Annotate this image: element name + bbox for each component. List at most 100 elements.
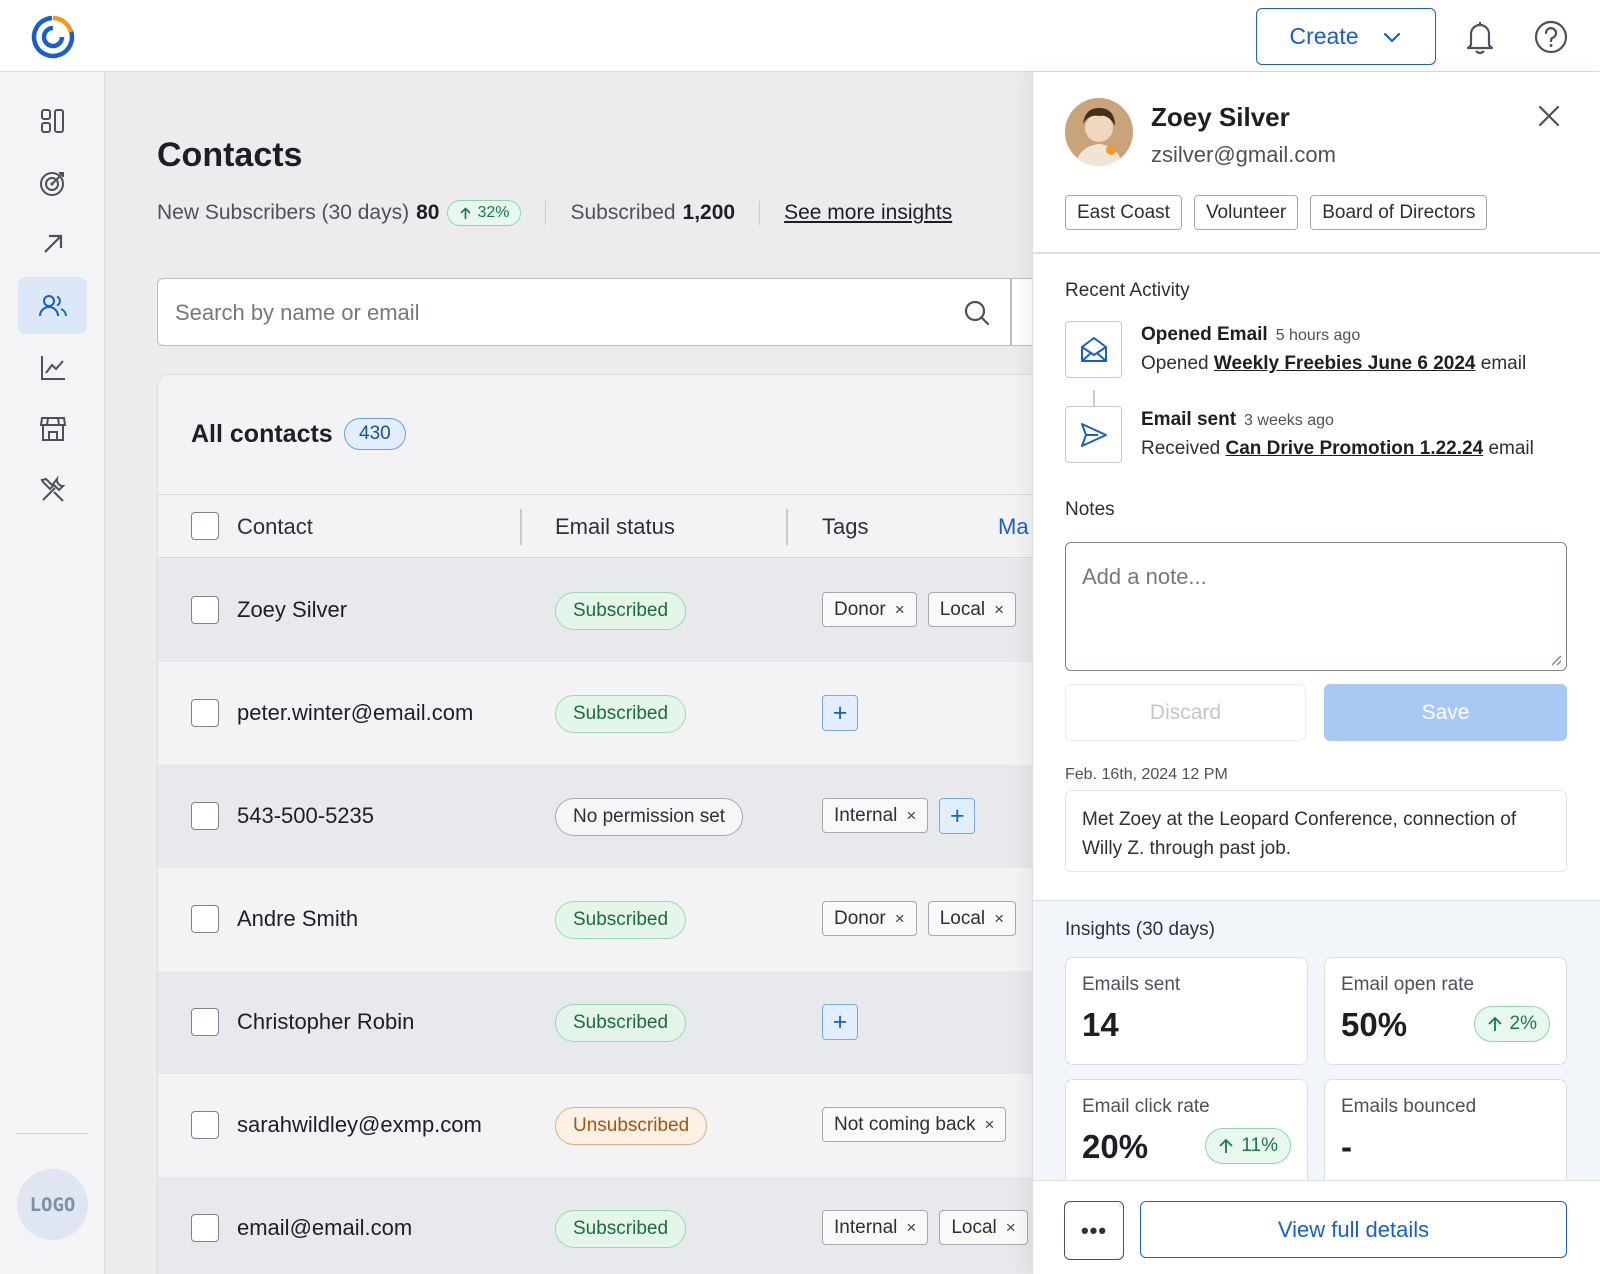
- search-icon[interactable]: [961, 297, 993, 329]
- subscribed-label: Subscribed: [570, 201, 676, 224]
- more-options-button[interactable]: •••: [1064, 1201, 1124, 1260]
- column-header-tags[interactable]: Tags: [822, 514, 868, 540]
- search-input[interactable]: Search by name or email: [157, 278, 1037, 346]
- search-divider: [1010, 279, 1012, 345]
- remove-tag-icon[interactable]: ×: [895, 909, 905, 929]
- activity-description: Received Can Drive Promotion 1.22.24 ema…: [1141, 438, 1534, 459]
- tag-list: Internal × +: [822, 798, 976, 834]
- insight-card-click-rate: Email click rate 20% 11%: [1065, 1079, 1308, 1187]
- save-button[interactable]: Save: [1324, 684, 1567, 741]
- remove-tag-icon[interactable]: ×: [895, 600, 905, 620]
- resize-grip-icon[interactable]: [1548, 652, 1562, 666]
- contact-name[interactable]: Zoey Silver: [237, 597, 347, 623]
- tag-chip[interactable]: Not coming back ×: [822, 1107, 1007, 1142]
- remove-tag-icon[interactable]: ×: [1006, 1218, 1016, 1238]
- tag-chip[interactable]: Donor ×: [822, 901, 917, 936]
- rail-item-contacts[interactable]: [18, 277, 87, 334]
- activity-time: 5 hours ago: [1275, 327, 1361, 344]
- column-header-contact[interactable]: Contact: [237, 514, 313, 540]
- row-checkbox[interactable]: [191, 596, 219, 624]
- table-row[interactable]: email@email.com Subscribed Internal × Loc…: [158, 1177, 1056, 1274]
- contact-name[interactable]: email@email.com: [237, 1215, 412, 1241]
- tag-chip[interactable]: Local ×: [927, 901, 1017, 936]
- contact-tag-chip[interactable]: Volunteer: [1193, 195, 1299, 230]
- table-row[interactable]: Christopher Robin Subscribed +: [158, 971, 1056, 1074]
- rail-item-campaigns[interactable]: [18, 154, 87, 211]
- create-button[interactable]: Create: [1256, 8, 1436, 65]
- tag-chip[interactable]: Internal ×: [822, 1210, 929, 1245]
- contact-name-heading: Zoey Silver: [1151, 102, 1290, 132]
- note-textarea[interactable]: Add a note...: [1065, 542, 1567, 671]
- add-tag-button[interactable]: +: [822, 1004, 858, 1040]
- note-timestamp: Feb. 16th, 2024 12 PM: [1065, 766, 1228, 783]
- table-card-header: All contacts 430: [158, 375, 1056, 495]
- manage-tags-link[interactable]: Ma: [998, 514, 1029, 540]
- status-badge: Subscribed: [555, 592, 687, 630]
- panel-divider: [1033, 252, 1600, 254]
- close-icon[interactable]: [1537, 104, 1561, 128]
- brand-logo-icon[interactable]: [30, 14, 76, 60]
- rail-item-automations[interactable]: [18, 215, 87, 272]
- row-checkbox[interactable]: [191, 802, 219, 830]
- row-checkbox[interactable]: [191, 699, 219, 727]
- contact-email: zsilver@gmail.com: [1151, 142, 1336, 167]
- tag-chip[interactable]: Internal ×: [822, 798, 929, 833]
- contact-name[interactable]: Christopher Robin: [237, 1009, 414, 1035]
- stats-divider: [545, 201, 547, 225]
- table-row[interactable]: Andre Smith Subscribed Donor × Local ×: [158, 868, 1056, 971]
- contact-tag-chip[interactable]: East Coast: [1065, 195, 1182, 230]
- contact-name[interactable]: 543-500-5235: [237, 803, 374, 829]
- table-row[interactable]: sarahwildley@exmp.com Unsubscribed Not c…: [158, 1074, 1056, 1177]
- trend-badge: 11%: [1205, 1128, 1291, 1164]
- table-row[interactable]: Zoey Silver Subscribed Donor × Local ×: [158, 559, 1056, 662]
- remove-tag-icon[interactable]: ×: [906, 806, 916, 826]
- insights-label: Insights (30 days): [1065, 919, 1215, 940]
- table-row[interactable]: 543-500-5235 No permission set Internal ×…: [158, 765, 1056, 868]
- rail-item-reports[interactable]: [18, 339, 87, 396]
- row-checkbox[interactable]: [191, 1111, 219, 1139]
- column-divider[interactable]: [520, 509, 522, 545]
- remove-tag-icon[interactable]: ×: [994, 909, 1004, 929]
- select-all-checkbox[interactable]: [191, 512, 219, 540]
- tag-chip[interactable]: Local ×: [939, 1210, 1028, 1245]
- avatar[interactable]: [1065, 98, 1133, 166]
- create-button-label: Create: [1289, 23, 1359, 49]
- row-checkbox[interactable]: [191, 1008, 219, 1036]
- reports-icon: [40, 355, 65, 380]
- add-tag-button[interactable]: +: [822, 695, 858, 731]
- rail-item-dashboard[interactable]: [18, 92, 87, 149]
- stats-divider: [759, 201, 761, 225]
- bell-icon[interactable]: [1462, 18, 1498, 56]
- tag-chip[interactable]: Local ×: [927, 592, 1017, 627]
- contact-name[interactable]: sarahwildley@exmp.com: [237, 1112, 482, 1138]
- status-badge: Subscribed: [555, 1210, 687, 1248]
- remove-tag-icon[interactable]: ×: [985, 1115, 995, 1135]
- org-logo[interactable]: LOGO: [17, 1169, 88, 1240]
- add-tag-button[interactable]: +: [939, 798, 976, 834]
- rail-item-store[interactable]: [18, 400, 87, 457]
- remove-tag-icon[interactable]: ×: [906, 1218, 916, 1238]
- table-row[interactable]: peter.winter@email.com Subscribed +: [158, 662, 1056, 765]
- row-checkbox[interactable]: [191, 905, 219, 933]
- column-header-email-status[interactable]: Email status: [555, 514, 675, 540]
- contact-name[interactable]: Andre Smith: [237, 906, 358, 932]
- see-more-insights-link[interactable]: See more insights: [784, 201, 952, 225]
- help-icon[interactable]: [1532, 18, 1570, 56]
- contact-detail-panel: Zoey Silver zsilver@gmail.com East Coast…: [1032, 72, 1600, 1274]
- campaign-link[interactable]: Weekly Freebies June 6 2024: [1214, 353, 1476, 374]
- top-bar: Create: [0, 0, 1600, 72]
- view-full-details-button[interactable]: View full details: [1140, 1201, 1567, 1258]
- status-badge: No permission set: [555, 798, 744, 836]
- tag-chip[interactable]: Donor ×: [822, 592, 917, 627]
- campaign-link[interactable]: Can Drive Promotion 1.22.24: [1226, 438, 1484, 459]
- remove-tag-icon[interactable]: ×: [994, 600, 1004, 620]
- contact-name[interactable]: peter.winter@email.com: [237, 700, 473, 726]
- rail-item-tools[interactable]: [18, 461, 87, 518]
- contact-tag-chip[interactable]: Board of Directors: [1310, 195, 1488, 230]
- column-divider[interactable]: [786, 509, 788, 545]
- status-badge: Subscribed: [555, 1004, 687, 1042]
- store-icon: [39, 416, 66, 441]
- activity-time: 3 weeks ago: [1244, 412, 1334, 429]
- discard-button[interactable]: Discard: [1065, 684, 1306, 741]
- row-checkbox[interactable]: [191, 1214, 219, 1242]
